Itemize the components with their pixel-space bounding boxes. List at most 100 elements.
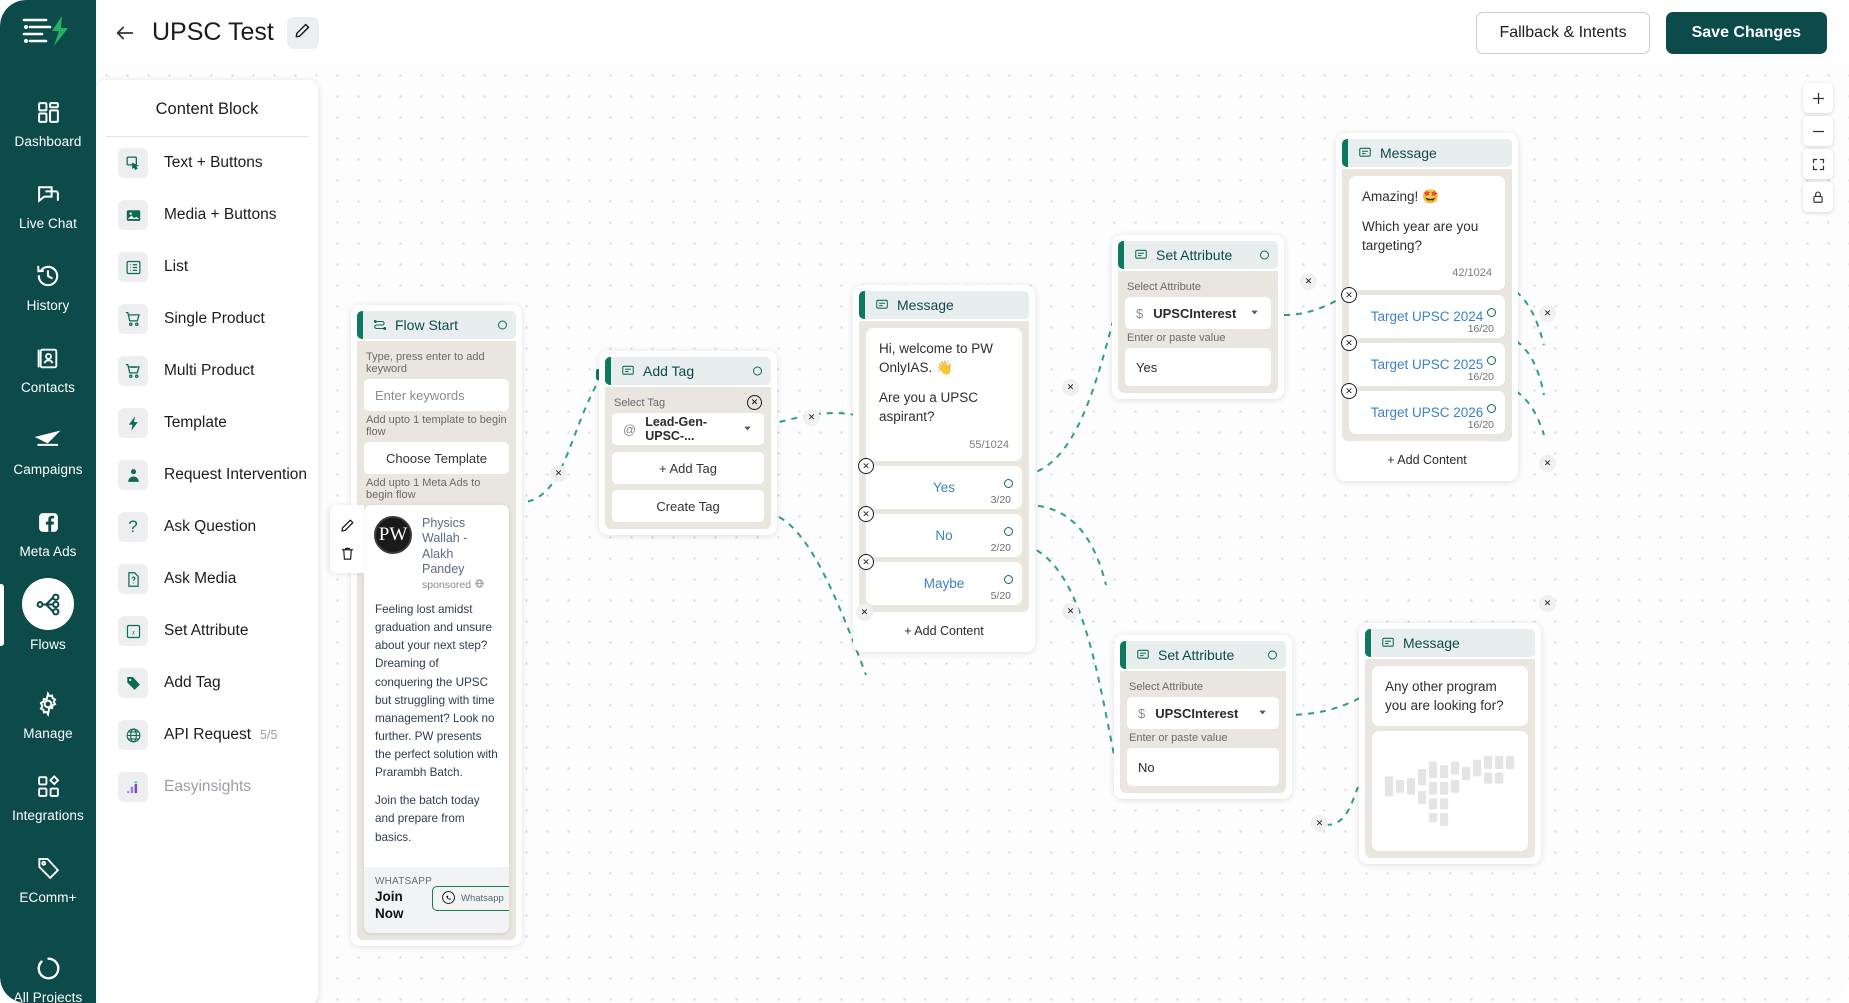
edge-delete-icon[interactable]: ✕ [1539, 595, 1556, 612]
attribute-value-input[interactable]: No [1127, 748, 1279, 786]
message-square-icon [1358, 146, 1372, 160]
delete-option-icon[interactable]: ✕ [1341, 383, 1357, 400]
content-block-item-ask-media[interactable]: Ask Media [96, 553, 318, 605]
content-block-item-api-request[interactable]: API Request 5/5 [96, 709, 318, 761]
sidebar-item-manage[interactable]: Manage [0, 676, 96, 754]
content-block-item-label: Single Product [164, 310, 265, 327]
add-tag-button[interactable]: + Add Tag [612, 452, 764, 484]
content-block-item-text-buttons[interactable]: Text + Buttons [96, 137, 318, 189]
meta-ad-card[interactable]: PW Physics Wallah - Alakh Pandey sponsor… [364, 505, 509, 933]
trash-icon[interactable] [340, 546, 355, 561]
node-set-attribute-no[interactable]: Set Attribute Select Attribute $ UPSCInt… [1114, 635, 1292, 799]
edit-title-button[interactable] [286, 16, 319, 49]
sidebar-item-history[interactable]: History [0, 248, 96, 326]
node-header[interactable]: Add Tag [605, 357, 771, 385]
keyword-input[interactable]: Enter keywords [364, 379, 509, 411]
choose-template-button[interactable]: Choose Template [364, 442, 509, 474]
node-header[interactable]: Message [859, 291, 1029, 319]
node-message-other[interactable]: Message Any other program you are lookin… [1359, 623, 1541, 865]
edge-delete-icon[interactable]: ✕ [550, 465, 567, 482]
delete-option-icon[interactable]: ✕ [1341, 335, 1357, 352]
node-output-port[interactable] [498, 320, 507, 330]
lock-canvas-button[interactable] [1803, 182, 1833, 212]
edge-delete-icon[interactable]: ✕ [1311, 815, 1328, 832]
delete-option-icon[interactable]: ✕ [858, 458, 874, 475]
content-block-item-easyinsights[interactable]: Easyinsights [96, 761, 318, 813]
sidebar-item-meta-ads[interactable]: Meta Ads [0, 494, 96, 572]
message-bubble[interactable]: Any other program you are looking for? [1372, 666, 1528, 727]
fallback-and-intents-button[interactable]: Fallback & Intents [1476, 11, 1650, 54]
edge-delete-icon[interactable]: ✕ [1062, 603, 1079, 620]
message-option[interactable]: ✕ No 2/20 [858, 506, 1022, 558]
sidebar-item-integrations[interactable]: Integrations [0, 758, 96, 836]
node-message-year[interactable]: Message Amazing! 🤩 Which year are you ta… [1336, 133, 1518, 482]
option-output-port[interactable] [1004, 527, 1013, 537]
option-output-port[interactable] [1004, 479, 1013, 489]
fit-view-button[interactable] [1803, 149, 1833, 179]
content-block-item-ask-question[interactable]: ? Ask Question [96, 501, 318, 553]
add-content-button[interactable]: + Add Content [1342, 445, 1512, 476]
edge-delete-icon[interactable]: ✕ [856, 604, 873, 621]
delete-option-icon[interactable]: ✕ [1341, 287, 1357, 304]
add-content-button[interactable]: + Add Content [859, 616, 1029, 647]
message-bubble[interactable]: Hi, welcome to PW OnlyIAS. 👋 Are you a U… [866, 328, 1022, 462]
close-circle-icon[interactable]: ✕ [747, 395, 762, 410]
sidebar-item-dashboard[interactable]: Dashboard [0, 84, 96, 162]
node-header[interactable]: Message [1365, 629, 1535, 657]
node-output-port[interactable] [1268, 650, 1277, 660]
edge-delete-icon[interactable]: ✕ [803, 409, 820, 426]
save-changes-button[interactable]: Save Changes [1665, 11, 1827, 54]
node-header[interactable]: Set Attribute [1120, 641, 1286, 669]
delete-option-icon[interactable]: ✕ [858, 554, 874, 571]
content-block-item-list[interactable]: List [96, 241, 318, 293]
content-block-item-template[interactable]: Template [96, 397, 318, 449]
edge-delete-icon[interactable]: ✕ [1539, 305, 1556, 322]
content-block-item-add-tag[interactable]: Add Tag [96, 657, 318, 709]
sidebar-item-all-projects[interactable]: All Projects [0, 940, 96, 1003]
sidebar-item-ecomm[interactable]: EComm+ [0, 840, 96, 918]
option-output-port[interactable] [1487, 404, 1496, 414]
message-option[interactable]: ✕ Target UPSC 2026 16/20 [1341, 383, 1505, 435]
sidebar-item-live-chat[interactable]: Live Chat [0, 166, 96, 244]
message-bubble[interactable]: Amazing! 🤩 Which year are you targeting?… [1349, 176, 1505, 291]
flow-canvas[interactable]: ✕ ✕ ✕ ✕ ✕ ✕ ✕ ✕ ✕ ✕ Content Block Text +… [96, 65, 1849, 1003]
message-option[interactable]: ✕ Yes 3/20 [858, 458, 1022, 510]
content-block-item-request-intervention[interactable]: Request Intervention [96, 449, 318, 501]
option-output-port[interactable] [1004, 575, 1013, 585]
node-header[interactable]: Set Attribute [1118, 241, 1278, 269]
edge-delete-icon[interactable]: ✕ [1539, 455, 1556, 472]
delete-option-icon[interactable]: ✕ [858, 506, 874, 523]
node-add-tag[interactable]: Add Tag Select Tag ✕ @ Lead-Gen-UPSC-... [599, 351, 777, 535]
attribute-select[interactable]: $ UPSCInterest [1125, 297, 1271, 329]
message-option[interactable]: ✕ Target UPSC 2024 16/20 [1341, 287, 1505, 339]
option-output-port[interactable] [1487, 308, 1496, 318]
zoom-in-button[interactable] [1803, 83, 1833, 113]
create-tag-button[interactable]: Create Tag [612, 490, 764, 522]
content-block-item-media-buttons[interactable]: Media + Buttons [96, 189, 318, 241]
node-flow-start[interactable]: Flow Start Type, press enter to add keyw… [330, 305, 522, 946]
content-block-item-multi-product[interactable]: Multi Product [96, 345, 318, 397]
node-header[interactable]: Flow Start [357, 311, 516, 339]
attribute-select[interactable]: $ UPSCInterest [1127, 697, 1279, 729]
option-output-port[interactable] [1487, 356, 1496, 366]
node-header[interactable]: Message [1342, 139, 1512, 167]
node-set-attribute-yes[interactable]: Set Attribute Select Attribute $ UPSCInt… [1112, 235, 1284, 399]
sidebar-item-contacts[interactable]: Contacts [0, 330, 96, 408]
zoom-out-button[interactable] [1803, 116, 1833, 146]
edge-delete-icon[interactable]: ✕ [1062, 379, 1079, 396]
node-output-port[interactable] [1260, 250, 1269, 260]
edge-delete-icon[interactable]: ✕ [1300, 273, 1317, 290]
node-message-main[interactable]: Message Hi, welcome to PW OnlyIAS. 👋 Are… [853, 285, 1035, 653]
content-block-item-set-attribute[interactable]: x Set Attribute [96, 605, 318, 657]
ad-cta-button[interactable]: Whatsapp [431, 886, 509, 912]
tag-select[interactable]: @ Lead-Gen-UPSC-... [612, 413, 764, 445]
pencil-icon[interactable] [340, 518, 355, 533]
node-output-port[interactable] [753, 366, 762, 376]
message-option[interactable]: ✕ Maybe 5/20 [858, 554, 1022, 606]
message-option[interactable]: ✕ Target UPSC 2025 16/20 [1341, 335, 1505, 387]
content-block-item-single-product[interactable]: Single Product [96, 293, 318, 345]
sidebar-item-flows[interactable]: Flows [0, 576, 96, 654]
back-button[interactable] [108, 16, 142, 50]
attribute-value-input[interactable]: Yes [1125, 348, 1271, 386]
sidebar-item-campaigns[interactable]: Campaigns [0, 412, 96, 490]
